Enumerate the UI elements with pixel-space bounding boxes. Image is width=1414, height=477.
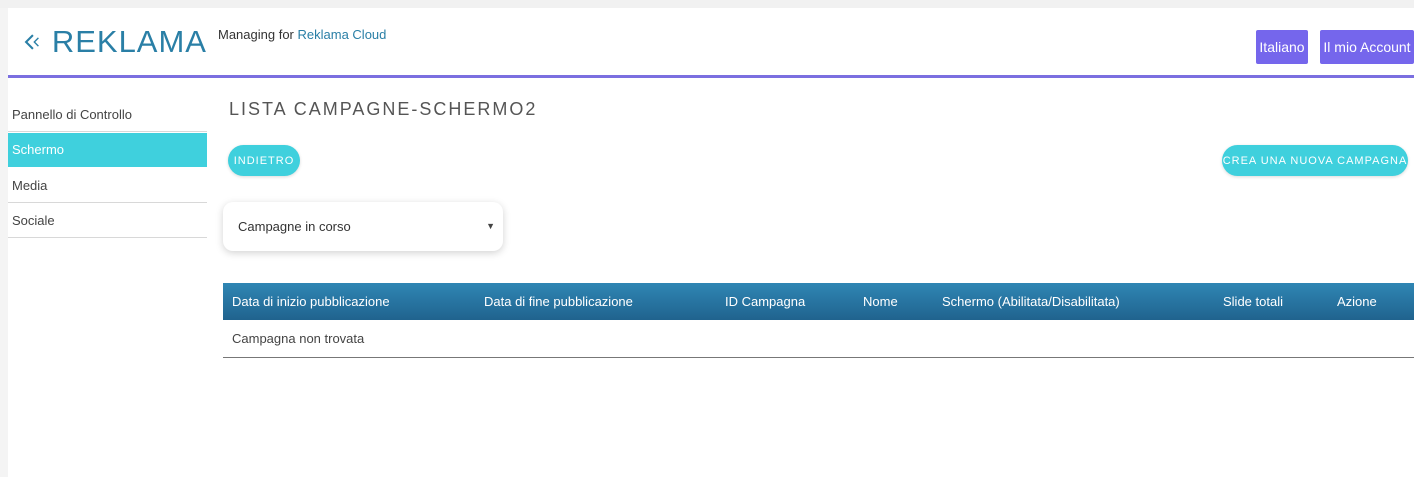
sidebar: Pannello di Controllo Schermo Media Soci… (8, 78, 207, 477)
my-account-button[interactable]: Il mio Account (1320, 30, 1414, 64)
sidebar-item-label: Pannello di Controllo (12, 107, 132, 122)
campaign-filter-select[interactable]: Campagne in corso ▼ (223, 202, 503, 251)
sidebar-item-sociale[interactable]: Sociale (8, 204, 207, 238)
column-header-screen-status[interactable]: Schermo (Abilitata/Disabilitata) (942, 283, 1120, 320)
dropdown-caret-icon: ▼ (486, 221, 495, 231)
empty-table-message: Campagna non trovata (232, 331, 365, 346)
header-divider (8, 75, 1414, 78)
column-header-start-date[interactable]: Data di inizio pubblicazione (232, 283, 390, 320)
managing-for-text: Managing for Reklama Cloud (218, 27, 386, 42)
back-button[interactable]: INDIETRO (228, 145, 300, 176)
top-header: Managing for Reklama Cloud Italiano Il m… (207, 8, 1414, 76)
column-header-name[interactable]: Nome (863, 283, 898, 320)
window-top-strip (0, 0, 1414, 8)
column-header-total-slides[interactable]: Slide totali (1223, 283, 1283, 320)
sidebar-item-media[interactable]: Media (8, 169, 207, 203)
sidebar-item-label: Schermo (12, 142, 65, 157)
sidebar-item-label: Sociale (12, 213, 55, 228)
brand-logo[interactable]: REKLAMA (8, 8, 207, 76)
column-header-campaign-id[interactable]: ID Campagna (725, 283, 805, 320)
managing-prefix: Managing for (218, 27, 294, 42)
sidebar-item-pannello-di-controllo[interactable]: Pannello di Controllo (8, 98, 207, 132)
column-header-end-date[interactable]: Data di fine pubblicazione (484, 283, 633, 320)
create-new-campaign-button[interactable]: CREA UNA NUOVA CAMPAGNA (1222, 145, 1408, 176)
campaign-table-header: Data di inizio pubblicazione Data di fin… (223, 283, 1414, 320)
window-left-edge (0, 8, 8, 477)
column-header-action[interactable]: Azione (1337, 283, 1377, 320)
sidebar-item-label: Media (12, 178, 48, 193)
language-button[interactable]: Italiano (1256, 30, 1308, 64)
table-empty-row: Campagna non trovata (223, 320, 1414, 358)
sidebar-item-schermo[interactable]: Schermo (8, 133, 207, 167)
reklama-logo-icon (24, 34, 39, 50)
campaign-filter-value: Campagne in corso (238, 219, 351, 234)
organization-link[interactable]: Reklama Cloud (298, 27, 387, 42)
brand-name: REKLAMA (51, 24, 207, 59)
page-title: LISTA CAMPAGNE-SCHERMO2 (229, 99, 538, 119)
